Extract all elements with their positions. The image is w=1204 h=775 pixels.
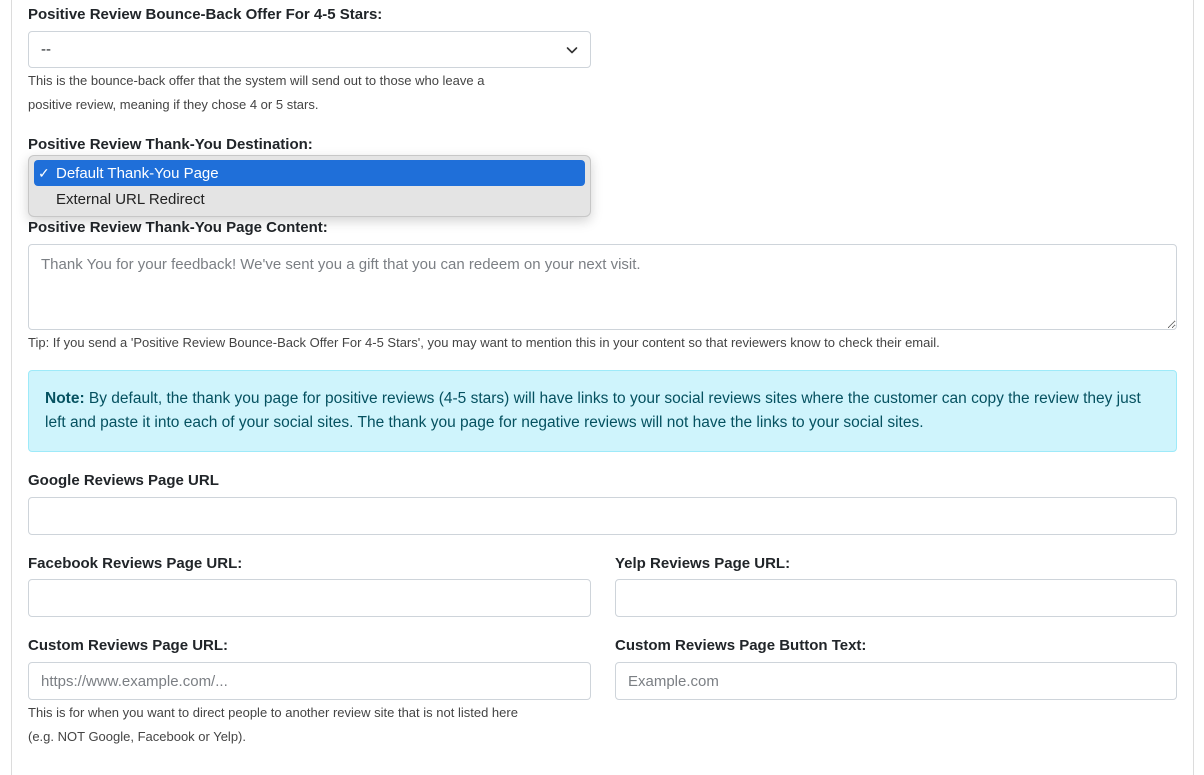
thank-you-destination-options: ✓ Default Thank-You Page External URL Re… — [28, 155, 591, 217]
thank-you-page-content-tip: Tip: If you send a 'Positive Review Boun… — [28, 335, 940, 350]
social-links-note: Note: By default, the thank you page for… — [28, 370, 1177, 452]
custom-reviews-url-help-line-1: This is for when you want to direct peop… — [28, 705, 518, 720]
custom-reviews-button-text-label: Custom Reviews Page Button Text: — [615, 637, 867, 654]
bounce-back-offer-help-line-2: positive review, meaning if they chose 4… — [28, 97, 319, 112]
option-default-thank-you-page[interactable]: ✓ Default Thank-You Page — [34, 160, 585, 186]
google-reviews-url-input[interactable] — [28, 497, 1177, 535]
thank-you-page-content-textarea[interactable] — [28, 244, 1177, 330]
facebook-reviews-url-label: Facebook Reviews Page URL: — [28, 555, 243, 572]
thank-you-page-content-label: Positive Review Thank-You Page Content: — [28, 219, 328, 236]
custom-reviews-url-help: This is for when you want to direct peop… — [28, 701, 628, 749]
yelp-reviews-url-label: Yelp Reviews Page URL: — [615, 555, 791, 572]
checkmark-icon: ✓ — [38, 164, 50, 181]
facebook-reviews-url-input[interactable] — [28, 579, 591, 617]
bounce-back-offer-value: -- — [41, 41, 51, 58]
bounce-back-offer-help: This is the bounce-back offer that the s… — [28, 69, 628, 117]
custom-reviews-url-help-line-2: (e.g. NOT Google, Facebook or Yelp). — [28, 729, 246, 744]
bounce-back-offer-help-line-1: This is the bounce-back offer that the s… — [28, 73, 485, 88]
google-reviews-url-label: Google Reviews Page URL — [28, 472, 219, 489]
chevron-down-icon — [566, 46, 578, 53]
option-label: Default Thank-You Page — [56, 164, 219, 182]
bounce-back-offer-select[interactable]: -- — [28, 31, 591, 68]
note-bold-label: Note: — [45, 390, 85, 407]
custom-reviews-url-label: Custom Reviews Page URL: — [28, 637, 229, 654]
yelp-reviews-url-input[interactable] — [615, 579, 1177, 617]
custom-reviews-button-text-input[interactable] — [615, 662, 1177, 700]
bounce-back-offer-label: Positive Review Bounce-Back Offer For 4-… — [28, 6, 383, 23]
option-external-url-redirect[interactable]: External URL Redirect — [34, 186, 585, 212]
option-label: External URL Redirect — [56, 190, 205, 208]
note-text: By default, the thank you page for posit… — [45, 390, 1141, 431]
custom-reviews-url-input[interactable] — [28, 662, 591, 700]
thank-you-destination-label: Positive Review Thank-You Destination: — [28, 136, 313, 153]
